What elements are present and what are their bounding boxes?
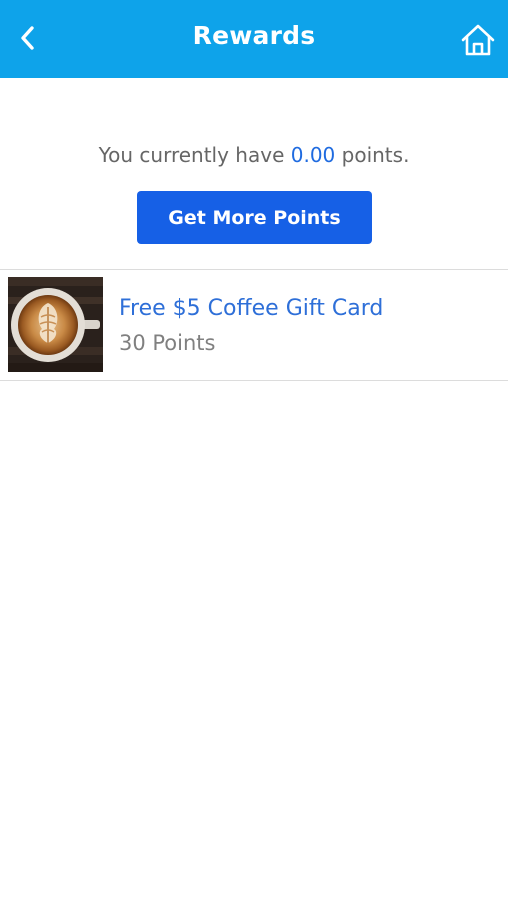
divider <box>0 380 508 381</box>
app-header: Rewards <box>0 0 508 78</box>
get-more-points-button[interactable]: Get More Points <box>137 191 372 244</box>
reward-list-item[interactable]: Free $5 Coffee Gift Card 30 Points <box>0 270 508 381</box>
points-value: 0.00 <box>290 143 336 167</box>
reward-name: Free $5 Coffee Gift Card <box>119 296 384 321</box>
points-summary: You currently have 0.00 points. <box>0 143 508 167</box>
home-button[interactable] <box>458 20 498 60</box>
points-prefix: You currently have <box>98 143 291 167</box>
coffee-latte-art-image <box>8 277 103 372</box>
home-icon <box>461 24 495 56</box>
reward-points: 30 Points <box>119 331 216 355</box>
points-suffix: points. <box>335 143 410 167</box>
page-title: Rewards <box>192 21 316 50</box>
